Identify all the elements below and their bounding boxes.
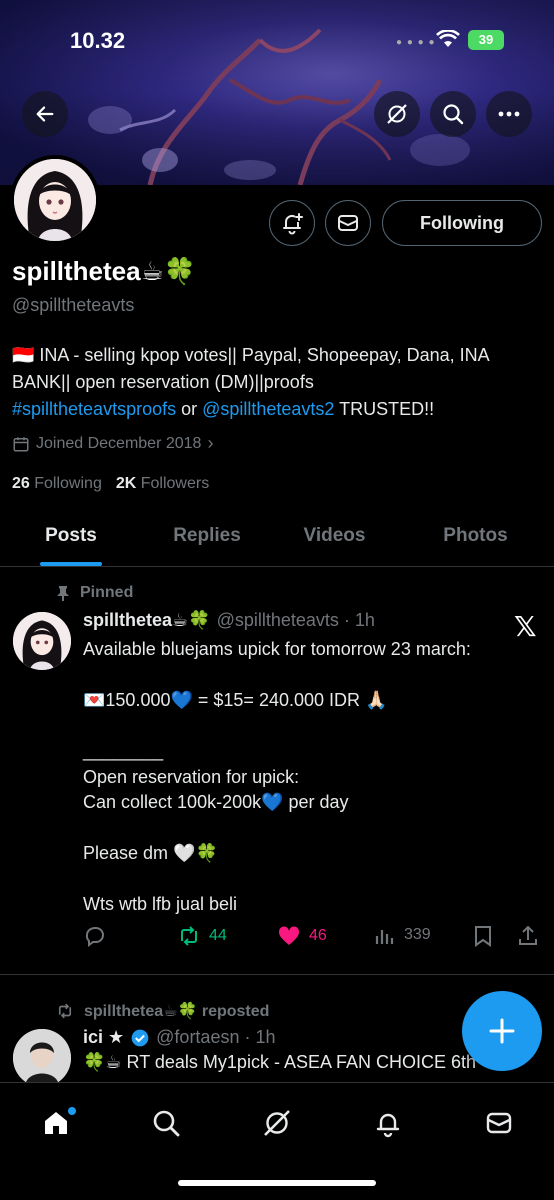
envelope-icon <box>338 215 358 231</box>
tweet-handle-time[interactable]: @spilltheteavts · 1h <box>217 610 375 631</box>
more-button[interactable] <box>486 91 532 137</box>
share-icon <box>519 925 537 945</box>
retweet-button[interactable]: 44 <box>177 924 227 948</box>
tweet-text: Available bluejams upick for tomorrow 23… <box>83 639 471 914</box>
views-icon <box>375 930 394 944</box>
bio-line-3: #spilltheteavtsproofs or @spilltheteavts… <box>12 396 547 423</box>
repost-indicator: spillthetea☕🍀 reposted <box>56 1001 269 1021</box>
following-button[interactable]: Following <box>382 200 542 246</box>
nav-search[interactable] <box>146 1103 186 1143</box>
tweet-author[interactable]: spillthetea☕🍀 <box>83 610 211 631</box>
repost-label: spillthetea☕🍀 reposted <box>84 1003 270 1020</box>
status-time: 10.32 <box>70 28 126 53</box>
chevron-right-icon: › <box>207 433 214 453</box>
following-label: Following <box>34 475 102 492</box>
nav-home[interactable] <box>36 1103 76 1143</box>
profile-handle: @spilltheteavts <box>12 295 135 315</box>
bio-line-2: BANK|| open reservation (DM)||proofs <box>12 372 314 392</box>
profile-avatar[interactable] <box>10 155 100 245</box>
profile-bio: 🇮🇩 INA - selling kpop votes|| Paypal, Sh… <box>12 342 547 423</box>
tab-replies[interactable]: Replies <box>142 510 272 566</box>
tweet2-handle-time[interactable]: @fortaesn · 1h <box>156 1027 275 1048</box>
profile-name: spillthetea☕🍀 <box>12 256 197 286</box>
more-icon <box>498 111 520 117</box>
retweet-count: 44 <box>209 927 227 944</box>
envelope-icon <box>486 1112 512 1134</box>
bio-hashtag-link[interactable]: #spilltheteavtsproofs <box>12 399 176 419</box>
calendar-icon <box>13 436 29 451</box>
following-count-link[interactable]: 26 Following <box>12 475 102 493</box>
repost-icon <box>58 1003 72 1019</box>
tabs-divider <box>0 566 554 567</box>
home-indicator <box>178 1180 376 1186</box>
back-arrow-icon <box>36 106 54 122</box>
followers-label: Followers <box>140 475 210 492</box>
grok-icon <box>387 104 407 124</box>
pinned-indicator: Pinned <box>56 584 133 602</box>
views-button[interactable]: 339 <box>374 924 431 946</box>
share-button[interactable] <box>517 924 539 948</box>
verified-badge-icon <box>131 1029 149 1046</box>
home-icon <box>45 1112 67 1134</box>
bio-or-text: or <box>176 399 203 419</box>
bio-mention-link[interactable]: @spilltheteavts2 <box>202 399 334 419</box>
compose-button[interactable] <box>462 991 542 1071</box>
plus-icon <box>489 1018 515 1044</box>
bell-icon <box>376 1113 400 1138</box>
follow-counts: 26 Following 2K Followers <box>12 475 209 493</box>
notification-dot <box>68 1107 76 1115</box>
tweet2-author[interactable]: ici ★ <box>83 1027 124 1048</box>
tweet-avatar[interactable] <box>13 612 71 670</box>
tweet2-avatar[interactable] <box>13 1029 71 1087</box>
grok-button[interactable] <box>374 91 420 137</box>
tweet-actions: 44 46 339 <box>83 922 543 950</box>
reply-button[interactable] <box>83 924 107 948</box>
status-bar: 10.32 ● ● ● ● 39 <box>0 0 554 80</box>
wifi-icon <box>436 29 460 53</box>
bio-trusted-text: TRUSTED!! <box>334 399 435 419</box>
signal-icon: ● ● ● ● <box>396 37 436 48</box>
tweet2-header: ici ★ @fortaesn · 1h <box>83 1027 276 1048</box>
pin-icon <box>57 586 69 601</box>
profile-tabs: Posts Replies Videos Photos <box>0 510 554 566</box>
message-button[interactable] <box>325 200 371 246</box>
search-icon <box>443 104 464 125</box>
battery-icon: 39 <box>468 30 504 50</box>
retweet-icon <box>181 926 197 946</box>
tweet-header: spillthetea☕🍀 @spilltheteavts · 1h <box>83 610 375 631</box>
following-count: 26 <box>12 475 30 492</box>
views-count: 339 <box>404 926 431 943</box>
tweet-divider <box>0 974 554 975</box>
back-button[interactable] <box>22 91 68 137</box>
followers-count: 2K <box>115 475 137 492</box>
like-count: 46 <box>309 927 327 944</box>
heart-icon <box>278 926 300 945</box>
pinned-label: Pinned <box>80 584 134 601</box>
like-button[interactable]: 46 <box>277 924 327 948</box>
bookmark-icon <box>475 926 491 947</box>
notify-button[interactable] <box>269 200 315 246</box>
nav-grok[interactable] <box>257 1103 297 1143</box>
followers-count-link[interactable]: 2K Followers <box>116 475 209 493</box>
bell-plus-icon <box>283 213 303 235</box>
tab-videos[interactable]: Videos <box>272 510 397 566</box>
grok-icon <box>264 1110 290 1136</box>
tab-photos[interactable]: Photos <box>397 510 554 566</box>
search-button[interactable] <box>430 91 476 137</box>
tab-posts[interactable]: Posts <box>0 510 142 566</box>
search-icon <box>153 1110 180 1137</box>
bookmark-button[interactable] <box>472 924 494 948</box>
joined-text: Joined December 2018 <box>36 434 202 452</box>
joined-date[interactable]: Joined December 2018 › <box>12 433 213 454</box>
nav-messages[interactable] <box>479 1103 519 1143</box>
bio-line-1: 🇮🇩 INA - selling kpop votes|| Paypal, Sh… <box>12 345 490 365</box>
reply-icon <box>85 927 104 947</box>
nav-notifications[interactable] <box>368 1103 408 1143</box>
